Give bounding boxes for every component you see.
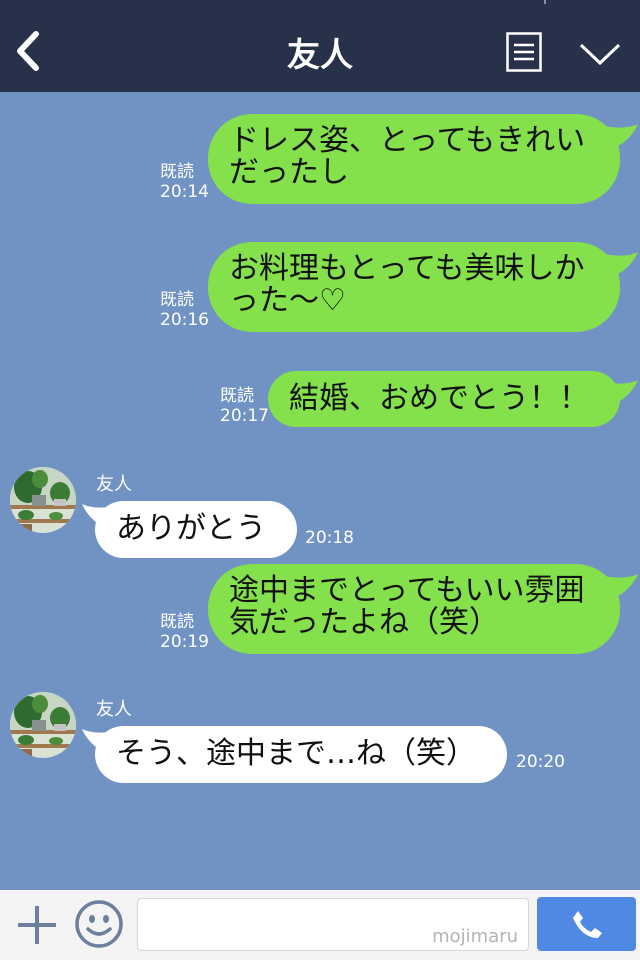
note-icon [506, 32, 542, 72]
read-receipt: 既読 [220, 386, 254, 406]
emoji-button[interactable] [74, 899, 124, 949]
chat-header: 友人 [0, 0, 640, 92]
sender-name: 友人 [96, 474, 132, 495]
plus-icon [18, 906, 56, 944]
message-time: 20:16 [160, 310, 209, 330]
status-tick [544, 0, 546, 4]
input-bar: mojimaru [0, 890, 640, 960]
menu-button[interactable] [578, 40, 622, 68]
message-bubble[interactable]: 途中までとってもいい雰囲気だったよね（笑） [208, 564, 620, 654]
read-receipt: 既読 [160, 290, 194, 310]
add-button[interactable] [16, 904, 58, 946]
watermark: mojimaru [432, 926, 518, 947]
message-time: 20:17 [220, 406, 269, 426]
read-receipt: 既読 [160, 612, 194, 632]
smiley-icon [75, 900, 123, 948]
sender-name: 友人 [96, 699, 132, 720]
read-receipt: 既読 [160, 162, 194, 182]
phone-icon [573, 911, 602, 938]
plant-photo-icon [10, 692, 76, 758]
avatar[interactable] [10, 467, 76, 533]
call-button[interactable] [537, 897, 636, 951]
message-input[interactable]: mojimaru [137, 898, 529, 951]
chat-title: 友人 [287, 35, 353, 74]
note-button[interactable] [506, 32, 542, 72]
message-list[interactable]: 既読 20:14 ドレス姿、とってもきれいだったし 既読 20:16 お料理もと… [0, 92, 640, 890]
message-time: 20:19 [160, 632, 209, 652]
plant-photo-icon [10, 467, 76, 533]
message-bubble[interactable]: ドレス姿、とってもきれいだったし [208, 114, 620, 204]
message-time: 20:14 [160, 182, 209, 202]
avatar[interactable] [10, 692, 76, 758]
message-bubble[interactable]: お料理もとっても美味しかった〜♡ [208, 242, 620, 332]
chevron-down-icon [579, 43, 621, 66]
message-bubble[interactable]: ありがとう [95, 501, 297, 558]
message-time: 20:18 [305, 528, 354, 548]
message-time: 20:20 [516, 752, 565, 772]
message-bubble[interactable]: そう、途中まで…ね（笑） [95, 726, 507, 783]
message-bubble[interactable]: 結婚、おめでとう！！ [268, 371, 620, 427]
